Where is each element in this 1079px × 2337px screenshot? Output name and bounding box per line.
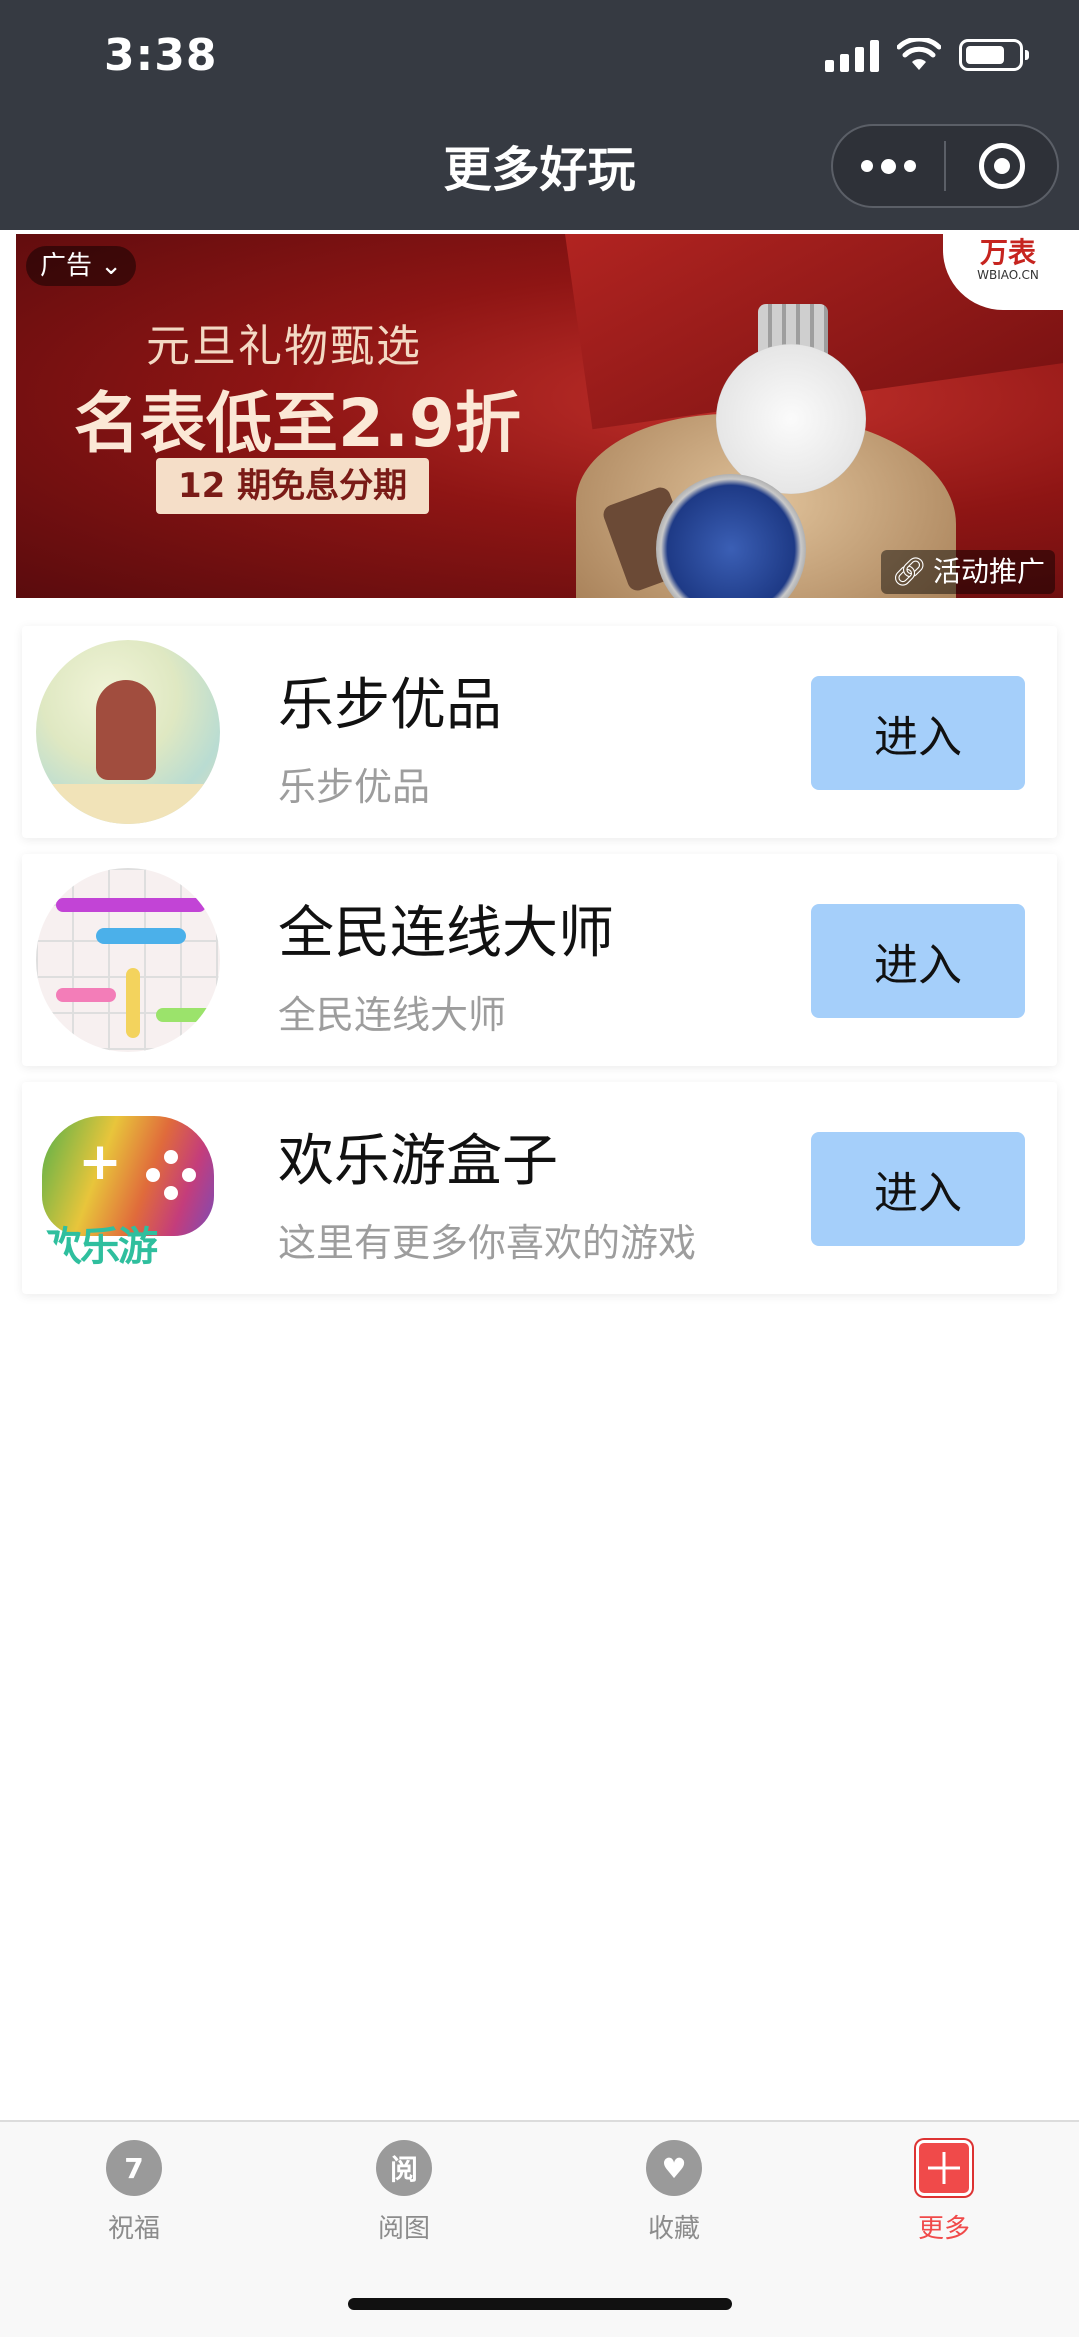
white-watch-graphic — [716, 344, 866, 494]
logo-text: 欢乐游 — [42, 1224, 158, 1270]
tab-blessing[interactable]: 7 祝福 — [64, 2140, 204, 2245]
target-icon — [978, 143, 1025, 189]
ad-banner[interactable]: 广告 ⌄ 元旦礼物甄选 名表低至2.9折 12 期免息分期 万表 WBIAO.C… — [16, 234, 1063, 598]
miniprogram-capsule — [831, 124, 1059, 208]
cellular-signal-icon — [825, 38, 879, 72]
tab-favorites[interactable]: ♥ 收藏 — [604, 2140, 744, 2245]
ad-subtitle: 元旦礼物甄选 — [146, 321, 422, 372]
promo-label: 活动推广 — [932, 555, 1045, 588]
item-description: 乐步优品 — [278, 765, 431, 809]
tab-read-images[interactable]: 阅 阅图 — [334, 2140, 474, 2245]
item-description: 全民连线大师 — [278, 993, 507, 1037]
ad-label-dropdown[interactable]: 广告 ⌄ — [26, 246, 137, 286]
avatar — [36, 868, 220, 1052]
ad-installment-badge: 12 期免息分期 — [156, 458, 430, 514]
list-item: + 欢乐游 欢乐游盒子 这里有更多你喜欢的游戏 进入 — [22, 1082, 1057, 1294]
close-miniprogram-button[interactable] — [946, 126, 1057, 206]
item-title: 欢乐游盒子 — [278, 1129, 558, 1194]
more-dots-icon — [861, 158, 916, 174]
status-time: 3:38 — [104, 30, 218, 81]
enter-button[interactable]: 进入 — [811, 904, 1025, 1018]
brand-name: 万表 — [979, 236, 1036, 269]
item-description: 这里有更多你喜欢的游戏 — [278, 1221, 697, 1265]
read-icon: 阅 — [376, 2140, 432, 2196]
item-title: 全民连线大师 — [278, 901, 614, 966]
list-item: 乐步优品 乐步优品 进入 — [22, 626, 1057, 838]
home-indicator — [348, 2298, 732, 2310]
tab-label: 收藏 — [647, 2214, 700, 2244]
avatar: + 欢乐游 — [36, 1096, 220, 1280]
link-icon: 🔗︎ — [891, 555, 927, 588]
promo-link[interactable]: 🔗︎ 活动推广 — [881, 550, 1055, 594]
avatar — [36, 640, 220, 824]
navigation-bar: 3:38 更多好玩 — [0, 0, 1079, 230]
item-title: 乐步优品 — [278, 673, 502, 738]
more-options-button[interactable] — [833, 126, 944, 206]
ad-headline: 名表低至2.9折 — [74, 385, 521, 462]
list-item: 全民连线大师 全民连线大师 进入 — [22, 854, 1057, 1066]
game-list: 乐步优品 乐步优品 进入 全民连线大师 全民连线大师 进入 + 欢乐游 欢乐游盒… — [22, 626, 1057, 1310]
enter-button[interactable]: 进入 — [811, 676, 1025, 790]
chevron-down-icon: ⌄ — [100, 251, 123, 281]
heart-icon: ♥ — [646, 2140, 702, 2196]
tab-label: 阅图 — [377, 2214, 430, 2244]
enter-button[interactable]: 进入 — [811, 1132, 1025, 1246]
battery-icon — [959, 39, 1029, 71]
tab-more[interactable]: 更多 — [874, 2140, 1014, 2245]
calendar-icon: 7 — [106, 2140, 162, 2196]
tab-label: 更多 — [917, 2214, 970, 2244]
more-grid-icon — [916, 2140, 972, 2196]
status-icons — [825, 38, 1029, 72]
tab-label: 祝福 — [107, 2214, 160, 2244]
brand-domain: WBIAO.CN — [977, 268, 1039, 282]
ad-label: 广告 — [40, 251, 93, 281]
wifi-icon — [897, 38, 941, 70]
